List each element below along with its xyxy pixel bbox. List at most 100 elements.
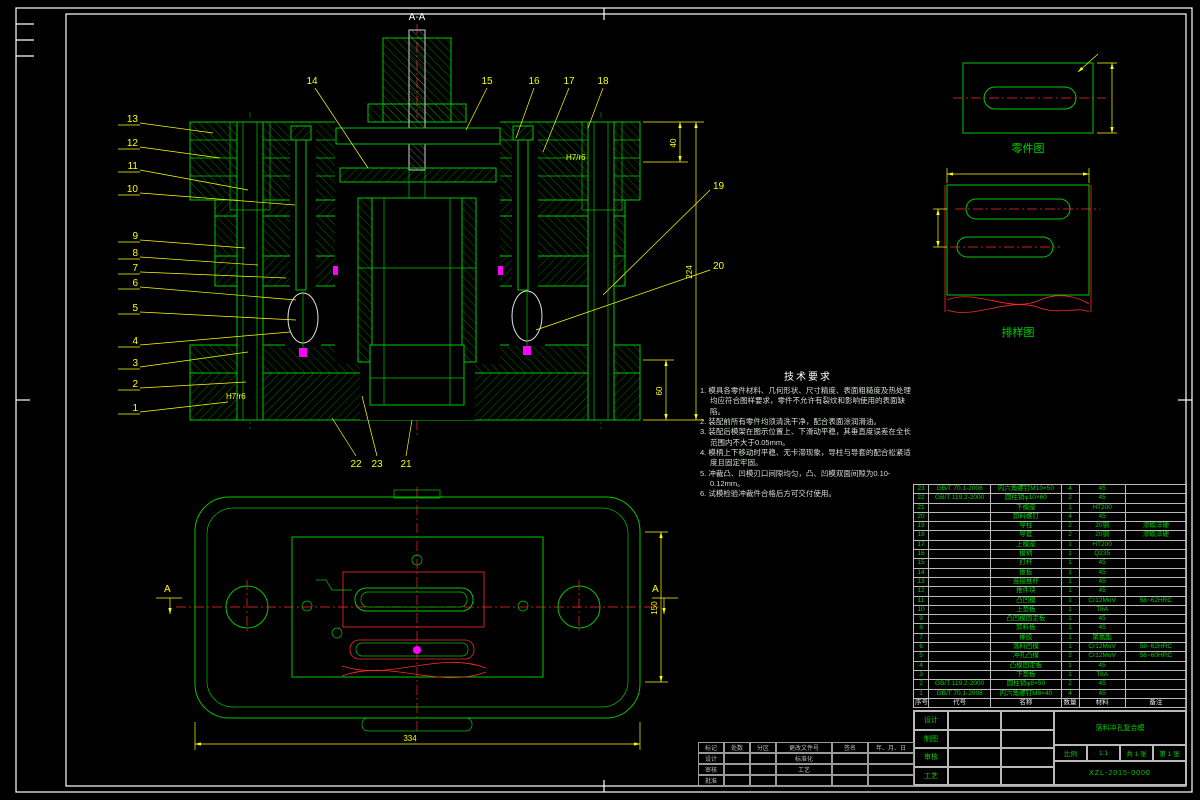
balloon-18: 18 bbox=[597, 76, 609, 87]
title-block-info-cell: 比例 bbox=[1054, 745, 1087, 761]
revision-cell bbox=[750, 775, 776, 786]
revision-cell bbox=[750, 753, 776, 764]
dim-150: 150 bbox=[650, 601, 659, 615]
bom-row: 13 连接推杆 1 45 bbox=[912, 576, 1188, 588]
strip-layout-view: 排样图 bbox=[933, 168, 1100, 339]
fit-upper: H7/r6 bbox=[566, 153, 586, 162]
title-block-info-cell: 第 1 张 bbox=[1153, 745, 1186, 761]
balloon-23: 23 bbox=[371, 459, 383, 470]
balloon-22: 22 bbox=[350, 459, 362, 470]
balloon-15: 15 bbox=[481, 76, 493, 87]
strip-view-label: 排样图 bbox=[1002, 325, 1035, 339]
title-block-cell bbox=[1001, 766, 1054, 785]
knockout-rod bbox=[408, 29, 426, 171]
balloon-16: 16 bbox=[528, 76, 540, 87]
bom-header-row: 序号 代号 名称 数量 材料 备注 bbox=[912, 697, 1188, 709]
balloon-6: 6 bbox=[132, 278, 138, 289]
balloon-17: 17 bbox=[563, 76, 575, 87]
tech-requirements-list: 1. 模具各零件材料、几何形状、尺寸精度、表面粗糙度及热处理均应符合图样要求，零… bbox=[700, 386, 916, 500]
title-block-cell: 工艺 bbox=[914, 766, 948, 785]
title-block-roles: 设计 制图 审核 工艺 bbox=[914, 711, 1054, 785]
revision-cell: 处数 bbox=[724, 742, 750, 753]
balloon-3: 3 bbox=[132, 358, 138, 369]
drawing-number: XZL-2015-0000 bbox=[1054, 761, 1186, 785]
bom-row: 1 GB/T 70.1-2008 内六角螺钉M8×40 4 45 bbox=[912, 688, 1188, 699]
title-block-cell bbox=[948, 766, 1001, 785]
balloon-1: 1 bbox=[132, 403, 138, 414]
bom-row: 22 GB/T 119.2-2000 圆柱销φ10×60 2 45 bbox=[912, 493, 1188, 504]
balloon-12: 12 bbox=[127, 138, 139, 149]
bom-row: 14 推板 1 45 bbox=[912, 567, 1188, 578]
bom-row: 10 上垫板 1 T8A bbox=[912, 604, 1188, 616]
die-name: 落料冲孔复合模 bbox=[1054, 711, 1186, 745]
title-block-cell: 设计 bbox=[914, 711, 948, 730]
cad-drawing-sheet: 40 224 60 H7/r6 H7/r6 13 12 11 10 9 8 7 … bbox=[0, 0, 1200, 800]
bom-row: 8 卸料板 1 45 bbox=[912, 623, 1188, 634]
bom-row: 19 导柱 2 20钢 渗碳淬硬 bbox=[912, 521, 1188, 532]
title-block-cell: 审核 bbox=[914, 748, 948, 767]
balloon-13: 13 bbox=[127, 114, 139, 125]
fit-lower: H7/r6 bbox=[226, 392, 246, 401]
section-letter-left: A bbox=[164, 584, 171, 595]
tech-requirement-item: 5. 冲裁凸、凹模刃口间隙均匀，凸、凹模双面间隙为0.10-0.12mm。 bbox=[700, 468, 891, 489]
revision-cell bbox=[868, 775, 914, 786]
balloon-7: 7 bbox=[132, 263, 138, 274]
revision-cell bbox=[832, 753, 868, 764]
revision-cell bbox=[724, 775, 750, 786]
pin-mark-right bbox=[523, 346, 531, 355]
revision-cell: 审核 bbox=[698, 764, 724, 775]
bom-row: 18 导套 2 20钢 渗碳淬硬 bbox=[912, 530, 1188, 541]
balloon-5: 5 bbox=[132, 303, 138, 314]
plan-view: 334 150 A A bbox=[156, 487, 678, 750]
balloon-21: 21 bbox=[400, 459, 412, 470]
balloon-9: 9 bbox=[132, 231, 138, 242]
ejector-block bbox=[369, 344, 465, 406]
revision-cell: 批准 bbox=[698, 775, 724, 786]
bom-rows: 23 GB/T 70.1-2008 内六角螺钉M10×50 4 45 22 GB/T 119… bbox=[912, 483, 1188, 709]
bom-row: 11 凸凹模 1 Cr12MoV 58~62HRC bbox=[912, 595, 1188, 606]
revision-block: 标记 处数 分区 更改文件号 签名 年、月、日 设计 标准化 审核 工艺 批准 bbox=[698, 742, 914, 786]
tech-requirement-item: 3. 装配后模架在图示位置上、下滑动平稳，其垂直度误差在全长范围内不大于0.05… bbox=[700, 427, 911, 447]
revision-cell bbox=[868, 764, 914, 775]
revision-cell: 工艺 bbox=[776, 764, 832, 775]
bom-row: 6 落料凹模 1 Cr12MoV 58~62HRC bbox=[912, 642, 1188, 653]
tech-requirement-item: 6. 试模检验冲裁件合格后方可交付使用。 bbox=[700, 489, 836, 499]
revision-cell bbox=[724, 753, 750, 764]
revision-cell: 标准化 bbox=[776, 753, 832, 764]
bom-row: 17 上模座 1 HT200 bbox=[912, 539, 1188, 551]
title-block-cell bbox=[1001, 729, 1054, 748]
title-block: 设计 制图 审核 工艺 落料冲孔复合模 比例 1:1 共 1 张第 1 张 XZL-201… bbox=[913, 710, 1187, 786]
tech-requirement-item: 2. 装配前所有零件均须清洗干净，配合表面涂润滑油。 bbox=[700, 417, 881, 427]
revision-cell bbox=[776, 775, 832, 786]
title-block-info-cell: 1:1 bbox=[1087, 745, 1120, 761]
part-view-label: 零件图 bbox=[1012, 142, 1045, 155]
revision-cell: 标记 bbox=[698, 742, 724, 753]
title-block-cell: 制图 bbox=[914, 729, 948, 748]
title-block-info: 比例 1:1 共 1 张第 1 张 bbox=[1054, 745, 1186, 761]
bom-row: 15 打杆 1 45 bbox=[912, 558, 1188, 569]
bom-table: 23 GB/T 70.1-2008 内六角螺钉M10×50 4 45 22 GB/T 119… bbox=[912, 483, 1188, 709]
bom-row: 3 下垫板 1 T8A bbox=[912, 669, 1188, 681]
balloon-2: 2 bbox=[132, 379, 138, 390]
title-block-cell bbox=[948, 711, 1001, 730]
section-letter-right: A bbox=[652, 584, 659, 595]
title-block-cell bbox=[948, 729, 1001, 748]
title-block-cell bbox=[948, 748, 1001, 767]
bom-row: 2 GB/T 119.2-2000 圆柱销φ8×50 2 45 bbox=[912, 679, 1188, 690]
section-title: A-A bbox=[409, 12, 426, 23]
balloon-8: 8 bbox=[132, 248, 138, 259]
dim-334: 334 bbox=[403, 734, 417, 743]
dim-60: 60 bbox=[655, 386, 664, 395]
bom-row: 4 凸模固定板 1 45 bbox=[912, 660, 1188, 671]
revision-cell: 设计 bbox=[698, 753, 724, 764]
title-block-cell bbox=[1001, 711, 1054, 730]
balloon-10: 10 bbox=[127, 184, 139, 195]
revision-cell bbox=[832, 764, 868, 775]
title-block-info-cell: 共 1 张 bbox=[1120, 745, 1153, 761]
part-detail-view: 零件图 bbox=[953, 53, 1117, 155]
pin-mark-left bbox=[299, 348, 307, 357]
revision-cell: 年、月、日 bbox=[868, 742, 914, 753]
revision-cell: 更改文件号 bbox=[776, 742, 832, 753]
bom-row: 12 推件块 1 45 bbox=[912, 586, 1188, 597]
tech-requirements: 技术要求 1. 模具各零件材料、几何形状、尺寸精度、表面粗糙度及热处理均应符合图… bbox=[700, 368, 916, 500]
